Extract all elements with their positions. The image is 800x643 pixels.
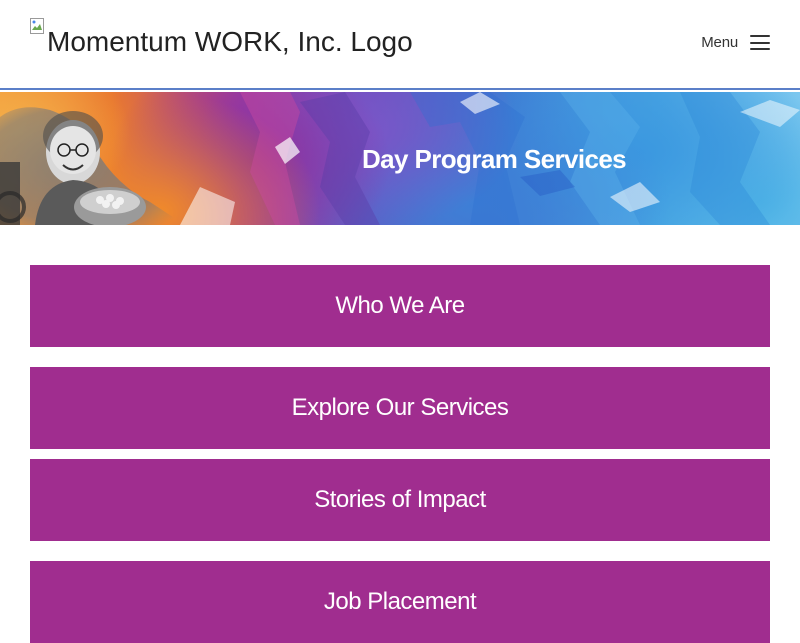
hero-banner: Day Program Services xyxy=(0,92,800,225)
hamburger-icon xyxy=(750,35,770,50)
hero-person-photo xyxy=(0,107,185,225)
logo-alt-text: Momentum WORK, Inc. Logo xyxy=(47,26,413,57)
nav-button-stories-of-impact[interactable]: Stories of Impact xyxy=(30,459,770,541)
broken-image-icon xyxy=(30,18,44,34)
nav-button-job-placement[interactable]: Job Placement xyxy=(30,561,770,643)
site-header: Momentum WORK, Inc. Logo Menu xyxy=(0,0,800,90)
menu-label: Menu xyxy=(701,34,738,51)
nav-button-explore-services[interactable]: Explore Our Services xyxy=(30,367,770,449)
page-title: Day Program Services xyxy=(362,144,627,174)
menu-toggle-button[interactable]: Menu xyxy=(701,34,770,51)
nav-button-who-we-are[interactable]: Who We Are xyxy=(30,265,770,347)
site-logo-link[interactable]: Momentum WORK, Inc. Logo xyxy=(30,18,413,56)
